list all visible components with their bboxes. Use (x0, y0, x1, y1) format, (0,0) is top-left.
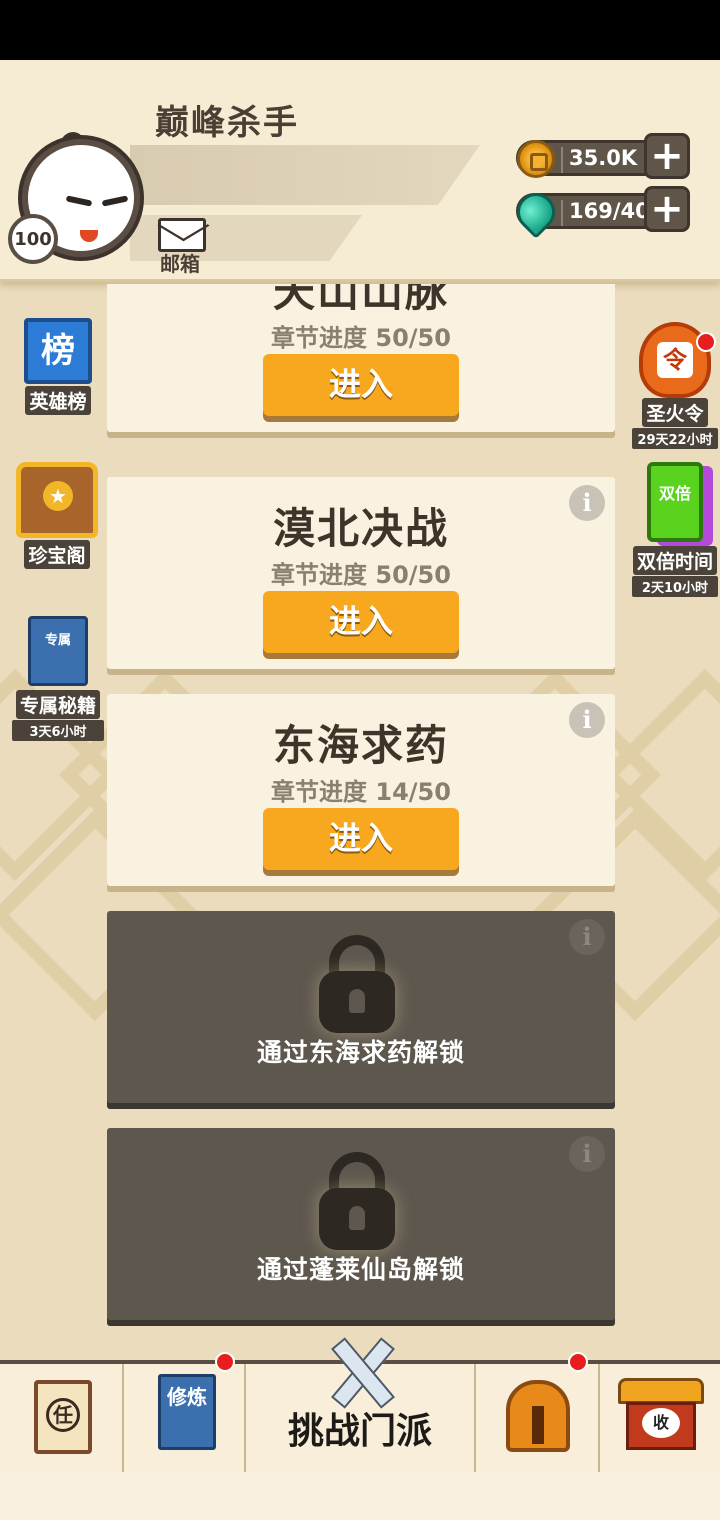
double-time-timer: 2天10小时 (632, 576, 718, 597)
counter-divider (561, 147, 563, 173)
double-card-icon: 双倍 (647, 462, 703, 542)
exclusive-manual-label: 专属秘籍 (15, 690, 100, 719)
tab-challenge-sect[interactable]: 挑战门派 (246, 1364, 476, 1472)
chapter-progress: 章节进度 50/50 (271, 324, 451, 352)
crossed-swords-icon (322, 1340, 400, 1400)
hero-ranking-button[interactable]: 榜 英雄榜 (16, 318, 100, 415)
bottom-strip (0, 1472, 720, 1520)
exclusive-manual-button[interactable]: 专属 专属秘籍 3天6小时 (12, 616, 104, 741)
chapter-card: i 漠北决战 章节进度 50/50 进入 (107, 477, 615, 669)
order-glyph: 令 (657, 342, 693, 378)
gold-amount: 35.0K (569, 146, 638, 170)
info-icon[interactable]: i (569, 919, 605, 955)
unlock-requirement: 通过东海求药解锁 (256, 1038, 465, 1067)
shop-house-icon: 收 (618, 1378, 704, 1452)
tab-cultivate[interactable]: 修炼 (124, 1364, 246, 1472)
chapter-list[interactable]: i 天山山脉 章节进度 50/50 进入 i 漠北决战 章节进度 50/50 进… (0, 284, 720, 1360)
ranking-icon: 榜 (24, 318, 92, 384)
task-glyph: 任 (46, 1398, 80, 1432)
level-badge: 100 (8, 214, 58, 264)
locked-chapter-card: i 通过蓬莱仙岛解锁 (107, 1128, 615, 1320)
notification-dot (568, 1352, 588, 1372)
scroll-icon: 任 (34, 1380, 92, 1454)
envelope-icon (158, 218, 206, 252)
name-banner (130, 145, 480, 205)
exclusive-manual-timer: 3天6小时 (12, 720, 104, 741)
double-time-button[interactable]: 双倍 双倍时间 2天10小时 (632, 462, 718, 597)
chapter-title: 东海求药 (272, 721, 449, 770)
stamina-amount: 169/40 (569, 199, 650, 223)
counter-divider (561, 200, 563, 226)
chapter-card: i 天山山脉 章节进度 50/50 进入 (107, 284, 615, 432)
add-gold-button[interactable]: + (644, 133, 690, 179)
helmet-icon (506, 1380, 570, 1452)
enter-button[interactable]: 进入 (263, 591, 459, 653)
chapter-title: 天山山脉 (272, 284, 449, 316)
challenge-sect-label: 挑战门派 (287, 1411, 432, 1452)
lock-icon (319, 935, 395, 1035)
notification-dot (215, 1352, 235, 1372)
player-name: 巅峰杀手 (155, 103, 299, 143)
collect-glyph: 收 (642, 1408, 680, 1438)
chapter-card: i 东海求药 章节进度 14/50 进入 (107, 694, 615, 886)
tab-collect[interactable]: 收 (600, 1364, 720, 1472)
manual-book-icon: 专属 (28, 616, 88, 686)
tab-equipment[interactable] (476, 1364, 600, 1472)
chapter-progress: 章节进度 14/50 (271, 778, 451, 806)
tab-tasks[interactable]: 任 (0, 1364, 124, 1472)
holy-fire-order-timer: 29天22小时 (632, 428, 718, 449)
info-icon[interactable]: i (569, 1136, 605, 1172)
lock-icon (319, 1152, 395, 1252)
treasure-pavilion-label: 珍宝阁 (24, 540, 90, 569)
notification-dot (696, 332, 716, 352)
chapter-progress: 章节进度 50/50 (271, 561, 451, 589)
enter-button[interactable]: 进入 (263, 354, 459, 416)
coin-icon (517, 140, 555, 178)
double-time-label: 双倍时间 (632, 546, 717, 575)
add-stamina-button[interactable]: + (644, 186, 690, 232)
treasure-pavilion-button[interactable]: 珍宝阁 (12, 462, 102, 569)
status-bar (0, 0, 720, 60)
holy-fire-order-label: 圣火令 (642, 398, 708, 427)
unlock-requirement: 通过蓬莱仙岛解锁 (256, 1255, 465, 1284)
locked-chapter-card: i 通过东海求药解锁 (107, 911, 615, 1103)
bottom-nav: 任 修炼 挑战门派 收 (0, 1360, 720, 1472)
cultivation-book-icon: 修炼 (158, 1374, 216, 1450)
mailbox-label: 邮箱 (160, 252, 200, 276)
enter-button[interactable]: 进入 (263, 808, 459, 870)
hero-ranking-label: 英雄榜 (25, 386, 91, 415)
chapter-title: 漠北决战 (272, 504, 449, 553)
mailbox-button[interactable]: 邮箱 (158, 218, 208, 276)
treasure-chest-icon (16, 462, 98, 538)
